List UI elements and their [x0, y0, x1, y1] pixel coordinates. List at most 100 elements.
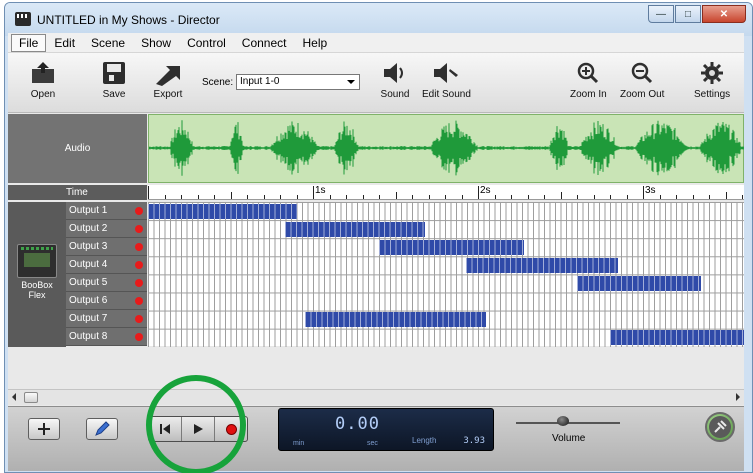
cue-bar[interactable]: [379, 239, 525, 255]
cue-bar[interactable]: [610, 330, 744, 346]
scroll-thumb[interactable]: [24, 392, 38, 403]
rewind-button[interactable]: [149, 417, 182, 441]
menu-show[interactable]: Show: [133, 34, 179, 52]
add-button[interactable]: [28, 418, 60, 440]
ruler-tick: [263, 195, 265, 199]
settings-button[interactable]: Settings: [694, 59, 730, 100]
maximize-button[interactable]: □: [675, 5, 701, 23]
edit-button[interactable]: [86, 418, 118, 440]
audio-track-header: Audio: [8, 114, 147, 183]
ruler-tick: [577, 195, 578, 199]
export-arrow-icon: [153, 59, 183, 87]
play-icon: [194, 424, 203, 434]
ruler-tick: [428, 195, 430, 199]
ruler-tick: [544, 195, 545, 199]
record-arm-icon[interactable]: [135, 243, 143, 251]
folder-open-icon: [28, 59, 58, 87]
ruler-tick-label: 2s: [480, 185, 491, 196]
speaker-edit-icon: [431, 59, 461, 87]
clapperboard-icon: [15, 12, 31, 26]
menu-help[interactable]: Help: [294, 34, 335, 52]
cue-bar[interactable]: [577, 275, 701, 291]
menu-file[interactable]: File: [11, 33, 47, 52]
ruler-tick: [676, 195, 677, 199]
ruler-tick: [643, 186, 644, 199]
menu-control[interactable]: Control: [179, 34, 234, 52]
output-row[interactable]: Output 1: [66, 202, 147, 220]
record-arm-icon[interactable]: [135, 333, 143, 341]
minimize-button[interactable]: —: [648, 5, 674, 23]
connect-button[interactable]: [705, 412, 735, 442]
transport-controls: [148, 416, 248, 442]
ruler-tick: [527, 195, 529, 199]
record-arm-icon[interactable]: [135, 279, 143, 287]
edit-sound-button[interactable]: Edit Sound: [422, 59, 471, 100]
device-panel: BooBox Flex: [8, 202, 66, 347]
record-arm-icon[interactable]: [135, 207, 143, 215]
zoom-in-button[interactable]: Zoom In: [570, 59, 607, 100]
output-row[interactable]: Output 6: [66, 292, 147, 310]
open-button[interactable]: Open: [28, 59, 58, 100]
volume-knob[interactable]: [556, 416, 569, 426]
menu-edit[interactable]: Edit: [46, 34, 83, 52]
ruler-tick: [445, 195, 446, 199]
toolbar: Open Save Export Scene: Input 1-0 Sound …: [8, 53, 744, 113]
output-row[interactable]: Output 3: [66, 238, 147, 256]
output-row[interactable]: Output 2: [66, 220, 147, 238]
record-button[interactable]: [215, 417, 247, 441]
ruler-tick: [346, 195, 347, 199]
ruler-tick: [412, 195, 413, 199]
save-button[interactable]: Save: [99, 59, 129, 100]
record-arm-icon[interactable]: [135, 225, 143, 233]
cue-bar[interactable]: [304, 312, 487, 328]
record-arm-icon[interactable]: [135, 297, 143, 305]
ruler-tick: [230, 192, 232, 199]
waveform-path: [148, 120, 744, 176]
menu-scene[interactable]: Scene: [83, 34, 133, 52]
scene-select-value: Input 1-0: [240, 76, 280, 87]
gear-icon: [697, 59, 727, 87]
length-label: Length: [412, 436, 437, 445]
ruler-tick: [329, 195, 331, 199]
output-row[interactable]: Output 7: [66, 310, 147, 328]
ruler-tick: [742, 195, 743, 199]
cue-bar[interactable]: [284, 221, 426, 237]
zoom-out-button[interactable]: Zoom Out: [620, 59, 664, 100]
device-name: BooBox Flex: [21, 280, 53, 300]
zoom-in-icon: [573, 59, 603, 87]
cue-bar[interactable]: [466, 257, 619, 273]
control-bar: 0.00 min sec Length 3.93 Volume: [8, 406, 744, 471]
ruler-tick: [478, 186, 479, 199]
scene-select[interactable]: Input 1-0: [236, 74, 360, 90]
output-row[interactable]: Output 8: [66, 328, 147, 346]
close-button[interactable]: ✕: [702, 5, 746, 23]
speaker-icon: [380, 59, 410, 87]
ruler-tick: [313, 186, 314, 199]
record-arm-icon[interactable]: [135, 315, 143, 323]
scroll-left-icon[interactable]: [12, 393, 16, 401]
cue-grid[interactable]: [148, 202, 744, 347]
sound-button[interactable]: Sound: [380, 59, 410, 100]
record-icon: [225, 423, 237, 435]
title-bar: UNTITLED in My Shows - Director — □ ✕: [5, 3, 752, 36]
export-button[interactable]: Export: [153, 59, 183, 100]
play-button[interactable]: [182, 417, 215, 441]
cue-bar[interactable]: [148, 203, 297, 219]
zoom-out-icon: [627, 59, 657, 87]
chevron-down-icon: [347, 80, 355, 84]
ruler-tick: [379, 195, 380, 199]
horizontal-scrollbar[interactable]: [8, 389, 744, 405]
record-arm-icon[interactable]: [135, 261, 143, 269]
output-row[interactable]: Output 4: [66, 256, 147, 274]
ruler-tick: [725, 192, 727, 199]
output-row[interactable]: Output 5: [66, 274, 147, 292]
ruler-tick: [214, 195, 215, 199]
scroll-right-icon[interactable]: [736, 393, 740, 401]
output-list: Output 1 Output 2 Output 3 Output 4 Outp…: [66, 202, 147, 346]
ruler-tick-label: 1s: [315, 185, 326, 196]
time-ruler[interactable]: 1s 2s 3s: [148, 185, 744, 200]
current-time: 0.00: [335, 414, 380, 434]
menu-connect[interactable]: Connect: [234, 34, 295, 52]
ruler-tick: [395, 192, 397, 199]
audio-waveform[interactable]: [148, 114, 744, 183]
